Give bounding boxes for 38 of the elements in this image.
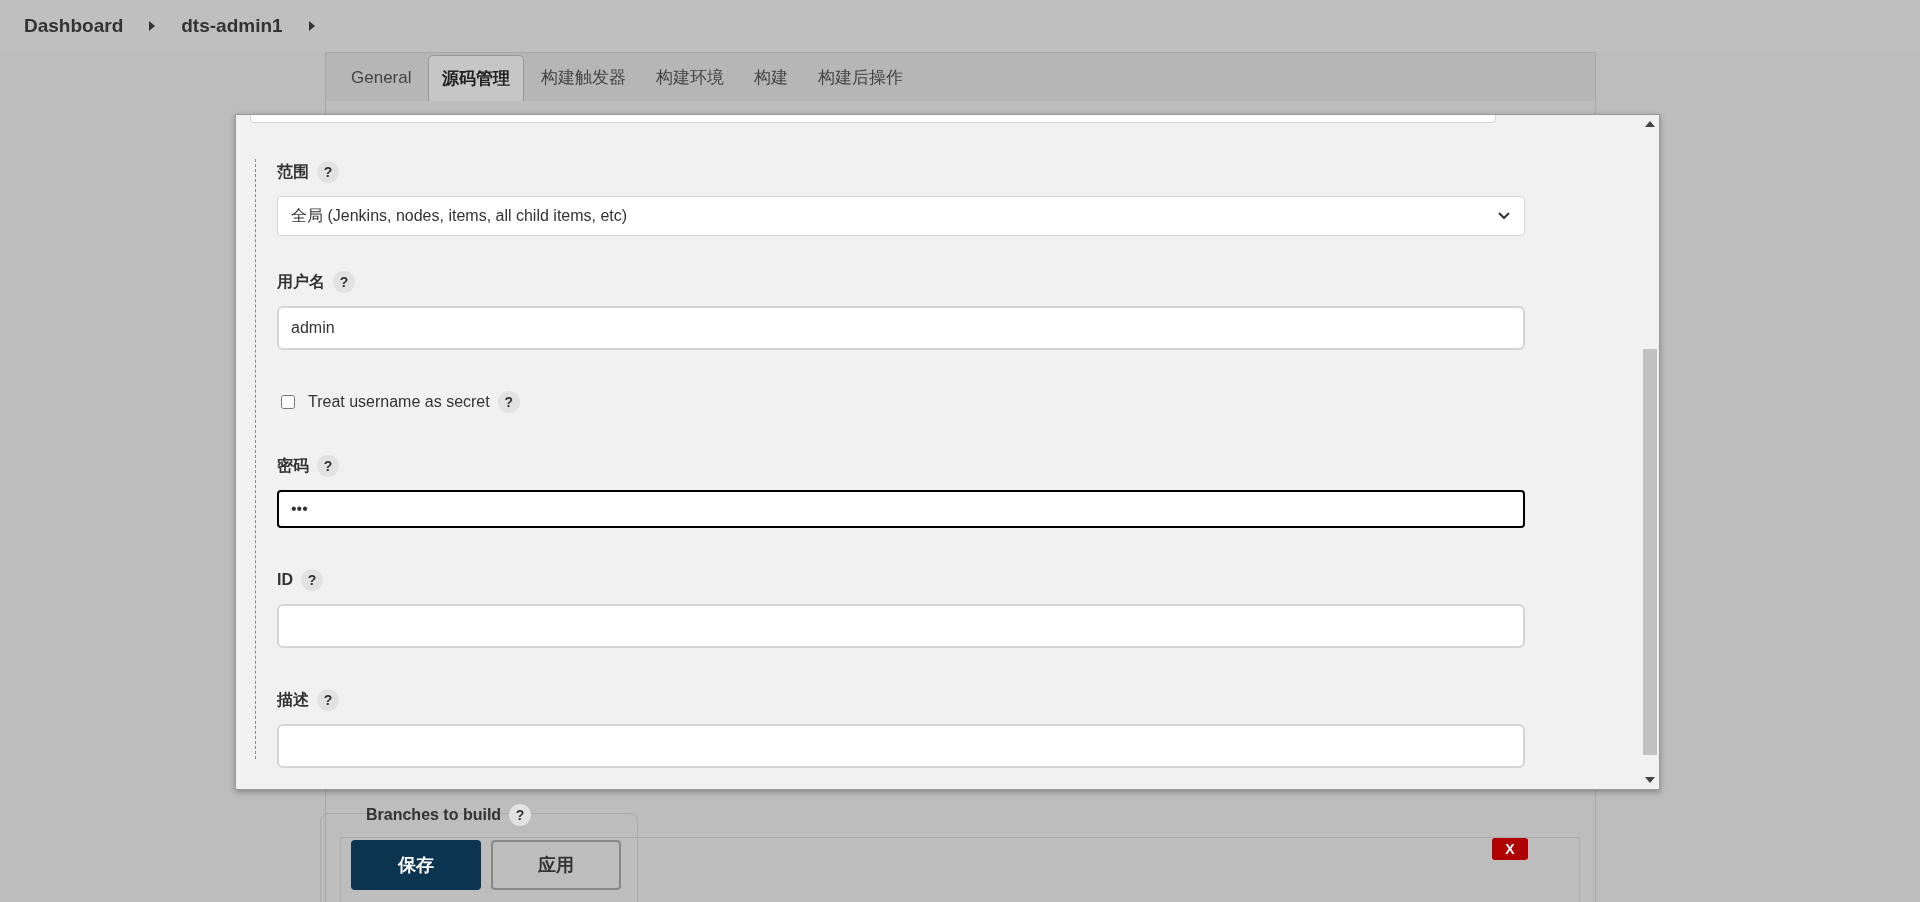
scope-select[interactable]: 全局 (Jenkins, nodes, items, all child items, etc) — [277, 196, 1525, 236]
breadcrumb-link[interactable]: dts-admin1 — [181, 11, 283, 41]
help-icon[interactable]: ? — [497, 391, 520, 413]
help-icon[interactable]: ? — [333, 271, 355, 293]
tab[interactable]: General — [338, 55, 425, 101]
tab[interactable]: 源码管理 — [428, 55, 525, 101]
field-label: 描述 — [277, 690, 309, 710]
field-label: 范围 — [277, 162, 309, 182]
scrollbar-thumb[interactable] — [1643, 349, 1657, 755]
chevron-down-icon — [1497, 211, 1511, 221]
help-icon[interactable]: ? — [317, 455, 339, 477]
save-button[interactable]: 保存 — [351, 840, 481, 890]
help-icon[interactable]: ? — [317, 161, 339, 183]
help-icon[interactable]: ? — [317, 689, 339, 711]
caret-right-icon — [308, 21, 315, 31]
section-label: Branches to build — [366, 805, 502, 825]
input-field[interactable]: ••• — [277, 490, 1525, 528]
field-label: 密码 — [277, 456, 309, 476]
input-field[interactable]: admin — [277, 306, 1525, 350]
scroll-down-icon[interactable] — [1645, 777, 1655, 783]
checkbox-label: Treat username as secret — [308, 392, 490, 412]
apply-button[interactable]: 应用 — [491, 840, 621, 890]
scrollbar[interactable] — [1641, 115, 1659, 789]
caret-right-icon — [149, 21, 156, 31]
field-label: ID — [277, 570, 293, 590]
scroll-up-icon[interactable] — [1645, 121, 1655, 127]
tab[interactable]: 构建环境 — [643, 55, 738, 101]
checkbox[interactable] — [281, 395, 295, 409]
help-icon[interactable]: ? — [301, 569, 323, 591]
tab[interactable]: 构建后操作 — [805, 55, 917, 101]
field-label: 用户名 — [277, 272, 325, 292]
input-field[interactable] — [277, 604, 1525, 648]
input-field[interactable] — [277, 724, 1525, 768]
tab[interactable]: 构建触发器 — [528, 55, 640, 101]
breadcrumb-link[interactable]: Dashboard — [24, 11, 124, 41]
help-icon[interactable]: ? — [509, 804, 532, 826]
delete-button[interactable]: X — [1492, 838, 1528, 860]
tab[interactable]: 构建 — [741, 55, 802, 101]
